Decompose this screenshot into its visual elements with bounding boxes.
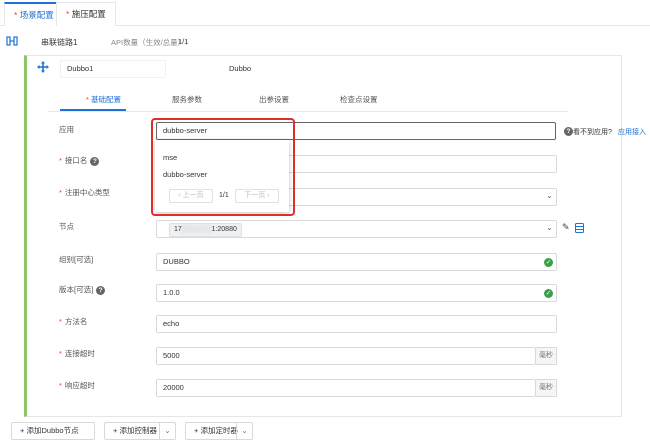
tab-scene-config[interactable]: * 场景配置 [4, 2, 64, 26]
api-count-value: 1/1 [178, 37, 189, 46]
app-label: 应用 [59, 125, 74, 134]
plus-icon: + [194, 426, 199, 435]
version-input[interactable]: 1.0.0 [156, 284, 557, 302]
version-label: 版本[可选]? [59, 284, 106, 295]
link-icon [6, 36, 18, 46]
conn-timeout-unit: 毫秒 [536, 347, 557, 365]
check-circle-icon: ✓ [544, 289, 553, 298]
link-header: 串联链路1 API数量（生效/总量）: 1/1 [0, 32, 650, 52]
question-icon: ? [564, 127, 573, 136]
app-access-link[interactable]: 应用接入 [618, 127, 646, 137]
edit-icon[interactable]: ✎ [562, 222, 570, 233]
add-timer-button[interactable]: + 添加定时器 ⌄ [185, 422, 253, 440]
conn-timeout-input[interactable]: 5000 [156, 347, 536, 365]
question-icon: ? [90, 156, 100, 166]
subtab-checkpoint[interactable]: 检查点设置 [340, 94, 378, 105]
add-controller-button[interactable]: + 添加控制器 ⌄ [104, 422, 176, 440]
node-name-input[interactable]: Dubbo1 [60, 60, 166, 78]
subtab-output-params[interactable]: 出参设置 [259, 94, 289, 105]
chevron-down-icon: ⌄ [546, 223, 553, 232]
group-input[interactable]: DUBBO [156, 253, 557, 271]
question-icon: ? [96, 285, 106, 295]
highlight-annotation [151, 118, 295, 216]
scene-tabbar: * 场景配置 * 施压配置 [0, 0, 650, 26]
node-tag[interactable]: 17▒▒▒▒▒▒1:20880 [169, 223, 242, 237]
method-label: * 方法名 [59, 317, 88, 326]
database-icon[interactable] [575, 223, 584, 233]
method-input[interactable]: echo [156, 315, 557, 333]
subtab-basic-config[interactable]: * 基础配置 [86, 94, 121, 105]
node-type-label: Dubbo [229, 64, 252, 73]
subtab-service-params[interactable]: 服务参数 [172, 94, 202, 105]
drag-move-icon[interactable] [37, 61, 49, 73]
plus-icon: + [113, 426, 118, 435]
masked-ip: ▒▒▒▒▒▒ [181, 226, 212, 233]
api-count-label: API数量（生效/总量）: [111, 38, 188, 47]
check-circle-icon: ✓ [544, 258, 553, 267]
link-name: 串联链路1 [41, 38, 78, 47]
resp-timeout-input[interactable]: 20000 [156, 379, 536, 397]
add-dubbo-node-button[interactable]: + 添加Dubbo节点 [11, 422, 95, 440]
conn-timeout-label: * 连接超时 [59, 349, 95, 358]
subtab-divider [48, 111, 568, 112]
registry-label: * 注册中心类型 [59, 188, 110, 197]
node-label: 节点 [59, 222, 74, 231]
node-select[interactable]: 17▒▒▒▒▒▒1:20880 [156, 220, 557, 238]
chevron-down-icon: ⌄ [546, 191, 553, 200]
tab-pressure-config[interactable]: * 施压配置 [56, 2, 116, 26]
group-label: 组别[可选] [59, 255, 94, 264]
interface-label: * 接口名? [59, 155, 100, 166]
chevron-down-icon[interactable]: ⌄ [236, 423, 252, 439]
resp-timeout-unit: 毫秒 [536, 379, 557, 397]
chevron-down-icon[interactable]: ⌄ [159, 423, 175, 439]
app-not-found-text: 看不到应用? [573, 129, 612, 136]
resp-timeout-label: * 响应超时 [59, 381, 95, 390]
plus-icon: + [20, 426, 25, 435]
